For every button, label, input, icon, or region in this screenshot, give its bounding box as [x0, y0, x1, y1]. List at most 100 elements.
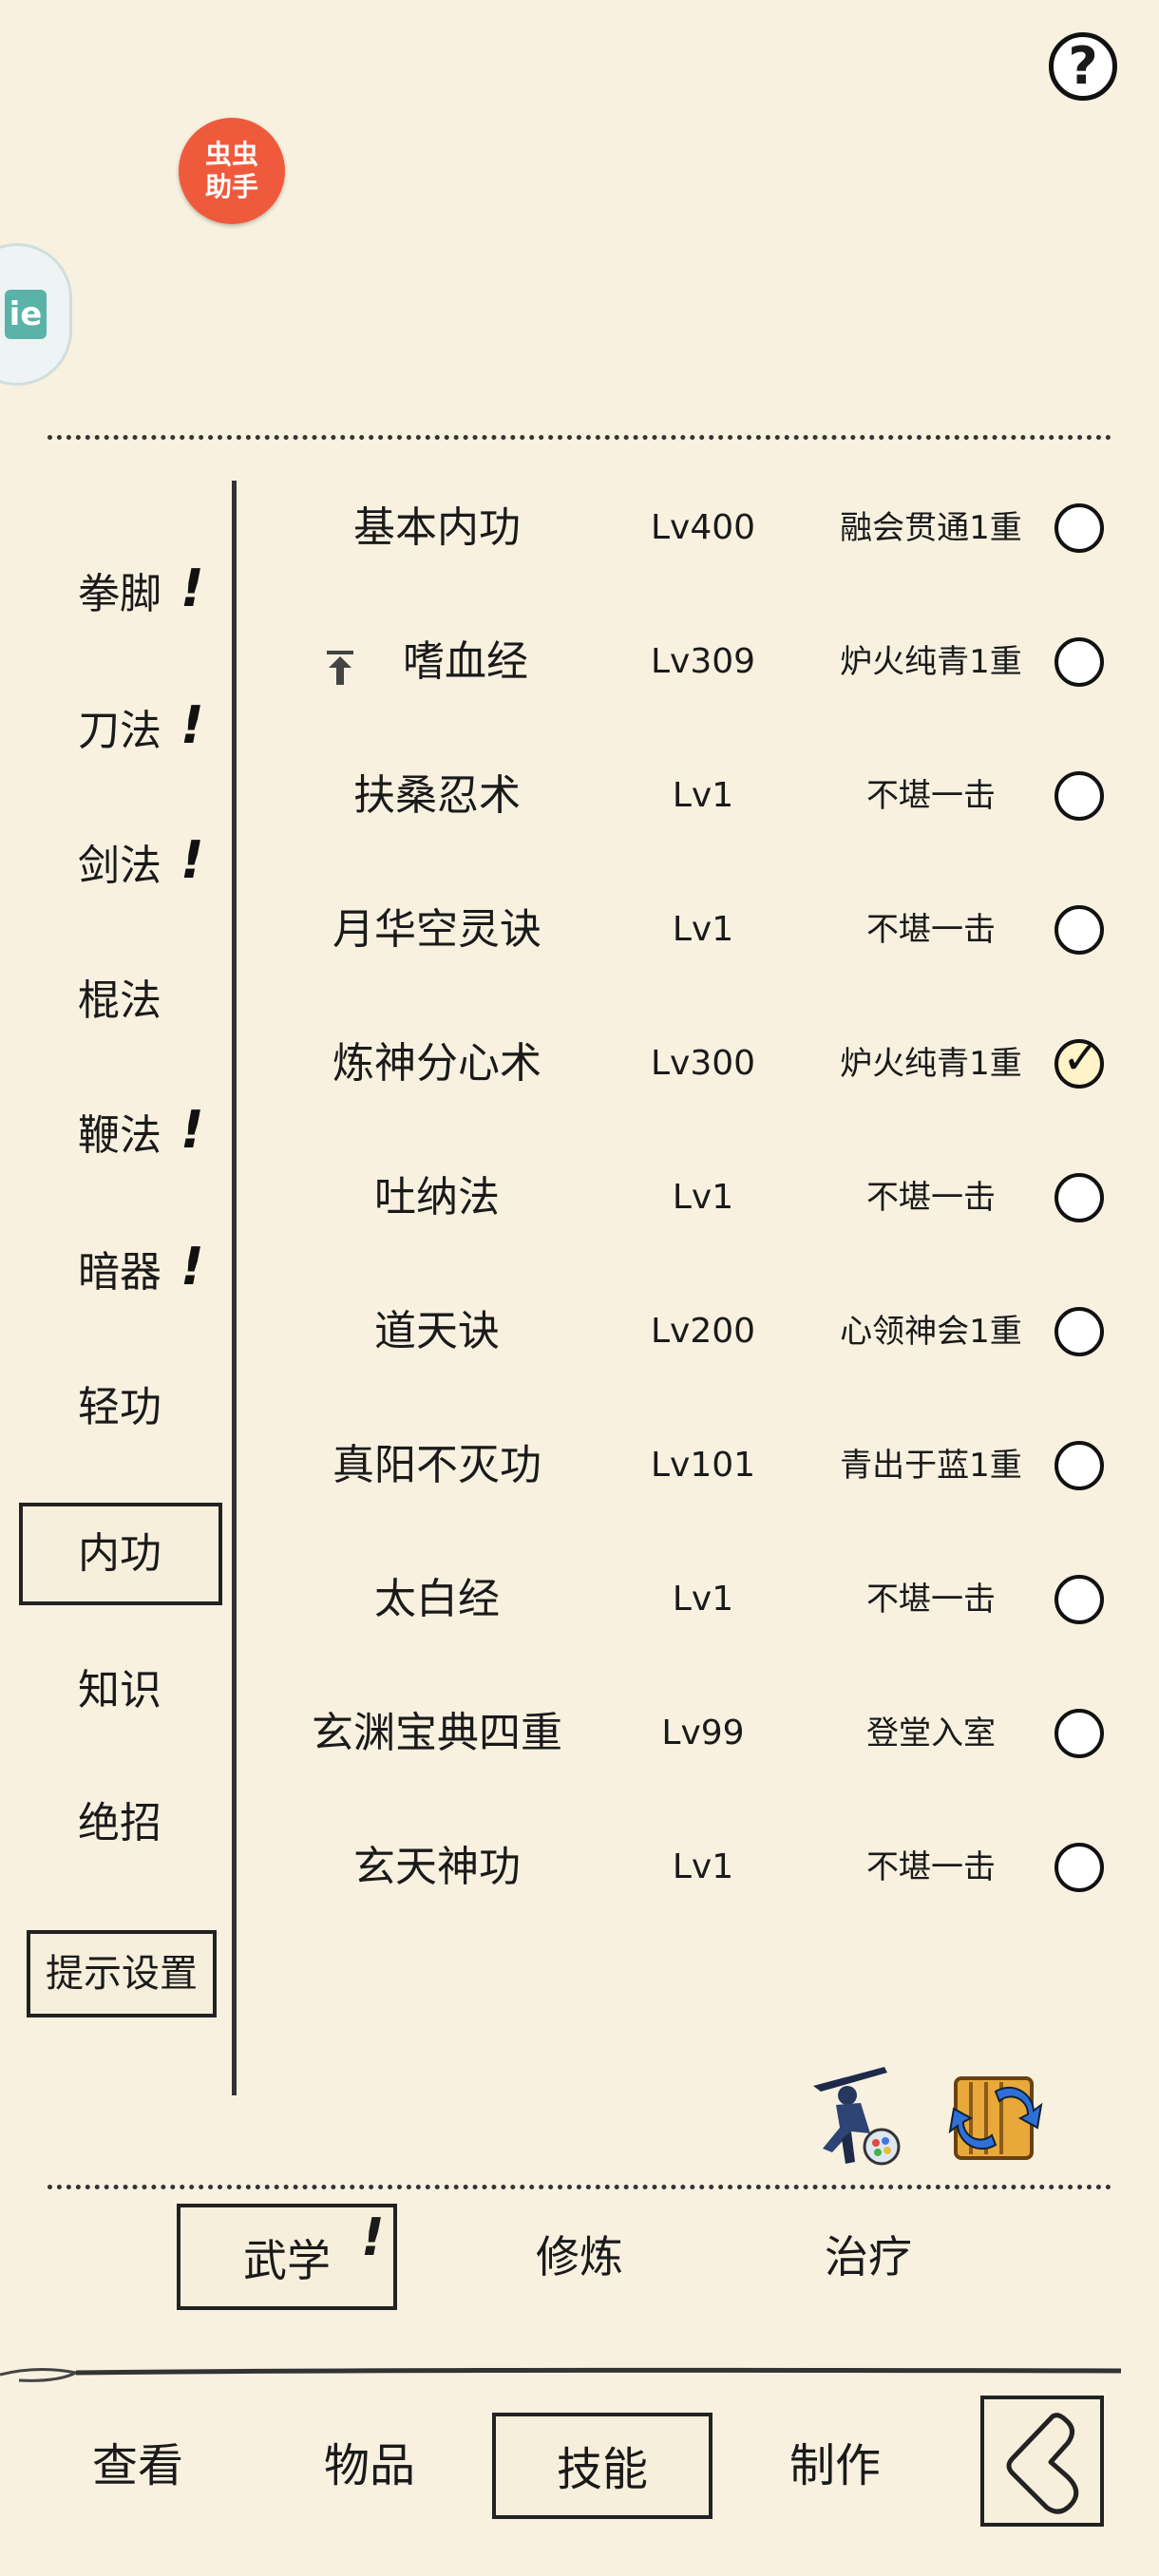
tab-wuxue-label: 武学: [243, 2235, 331, 2286]
category-alert-mark: !: [180, 695, 204, 755]
skill-select-radio[interactable]: [1054, 1575, 1104, 1624]
skill-select-radio[interactable]: [1054, 1173, 1104, 1222]
skill-select-radio[interactable]: ✓: [1054, 1035, 1104, 1089]
skill-name: 太白经: [374, 1575, 500, 1623]
skill-row[interactable]: 太白经 Lv1 不堪一击: [247, 1533, 1159, 1666]
skill-level: Lv309: [650, 642, 756, 681]
category-alert-mark: !: [180, 1100, 204, 1160]
category-item[interactable]: 内功: [57, 1516, 228, 1592]
category-item[interactable]: 绝招: [57, 1786, 228, 1862]
skill-row[interactable]: 基本内功 Lv400 融会贯通1重: [247, 462, 1159, 595]
skill-level: Lv101: [650, 1446, 756, 1485]
category-label: 拳脚: [78, 570, 162, 618]
skill-row[interactable]: 玄天神功 Lv1 不堪一击: [247, 1801, 1159, 1934]
skill-select-radio[interactable]: [1054, 1709, 1104, 1758]
skill-name: 炼神分心术: [332, 1039, 542, 1088]
category-item[interactable]: 刀法!: [57, 693, 228, 769]
skill-rank: 炉火纯青1重: [840, 1045, 1022, 1083]
scroll-swap-icon[interactable]: [939, 2063, 1053, 2169]
category-label: 轻功: [78, 1383, 162, 1431]
category-label: 棍法: [78, 976, 162, 1025]
floating-side-button[interactable]: ie: [0, 243, 72, 386]
skill-name: 道天诀: [374, 1307, 500, 1355]
skill-rank: 炉火纯青1重: [840, 643, 1022, 681]
brush-stroke-divider: [0, 2367, 1122, 2382]
skill-select-radio[interactable]: [1054, 503, 1104, 553]
skill-level: Lv1: [672, 1178, 734, 1217]
skill-rank: 不堪一击: [866, 1179, 996, 1217]
category-label: 刀法: [78, 707, 162, 755]
skill-select-radio[interactable]: [1054, 1441, 1104, 1490]
skill-row[interactable]: 扶桑忍术 Lv1 不堪一击: [247, 729, 1159, 862]
category-item[interactable]: 棍法: [57, 963, 228, 1039]
app-logo-icon: ie: [5, 290, 47, 339]
skill-name: 玄渊宝典四重: [312, 1709, 562, 1757]
skill-name: 吐纳法: [374, 1173, 500, 1222]
nav-craft[interactable]: 制作: [754, 2413, 916, 2519]
skill-name: 嗜血经: [403, 637, 528, 686]
skill-row[interactable]: 吐纳法 Lv1 不堪一击: [247, 1131, 1159, 1264]
skill-level: Lv1: [672, 1580, 734, 1619]
skill-select-radio[interactable]: [1054, 637, 1104, 687]
skill-rank: 青出于蓝1重: [840, 1447, 1022, 1485]
skill-row[interactable]: 真阳不灭功 Lv101 青出于蓝1重: [247, 1399, 1159, 1532]
skill-rank: 不堪一击: [866, 911, 996, 949]
skill-select-radio[interactable]: [1054, 1307, 1104, 1356]
category-label: 暗器: [78, 1248, 162, 1297]
skill-row[interactable]: 炼神分心术 Lv300 炉火纯青1重 ✓: [247, 997, 1159, 1130]
skill-select-radio[interactable]: [1054, 905, 1104, 955]
martial-artist-icon[interactable]: [794, 2057, 908, 2171]
skill-level: Lv300: [650, 1044, 756, 1083]
badge-line1: 虫虫: [204, 139, 258, 170]
skill-row[interactable]: 道天诀 Lv200 心领神会1重: [247, 1265, 1159, 1398]
tab-wuxue-alert-mark: !: [361, 2207, 385, 2267]
category-item[interactable]: 轻功: [57, 1370, 228, 1446]
category-label: 鞭法: [78, 1111, 162, 1160]
skill-level: Lv1: [672, 776, 734, 815]
category-item[interactable]: 剑法!: [57, 828, 228, 904]
skill-rank: 不堪一击: [866, 777, 996, 815]
back-arrow-icon: [1006, 2413, 1079, 2514]
category-alert-mark: !: [180, 830, 204, 890]
back-button[interactable]: [980, 2396, 1104, 2527]
tab-wuxue[interactable]: 武学 !: [177, 2204, 397, 2310]
nav-items[interactable]: 物品: [289, 2413, 450, 2519]
skill-level: Lv200: [650, 1312, 756, 1351]
skill-select-radio[interactable]: [1054, 771, 1104, 821]
nav-view[interactable]: 查看: [57, 2413, 218, 2519]
skill-row[interactable]: 玄渊宝典四重 Lv99 登堂入室: [247, 1667, 1159, 1800]
chongchong-assistant-badge[interactable]: 虫虫 助手: [179, 118, 285, 224]
skill-level: Lv1: [672, 910, 734, 949]
category-label: 绝招: [78, 1799, 162, 1847]
category-item[interactable]: 知识: [57, 1653, 228, 1729]
badge-line2: 助手: [204, 171, 258, 202]
skill-name: 扶桑忍术: [353, 771, 521, 820]
column-divider: [232, 481, 237, 2095]
skill-rank: 登堂入室: [866, 1714, 996, 1752]
check-icon: ✓: [1062, 1032, 1101, 1085]
skill-row[interactable]: 月华空灵诀 Lv1 不堪一击: [247, 863, 1159, 996]
skill-row[interactable]: 嗜血经 Lv309 炉火纯青1重: [247, 596, 1159, 729]
category-item[interactable]: 拳脚!: [57, 557, 228, 633]
category-label: 内功: [78, 1529, 162, 1578]
bottom-dotted-divider: [48, 2185, 1112, 2189]
skill-select-radio[interactable]: [1054, 1843, 1104, 1892]
help-button[interactable]: ?: [1049, 32, 1117, 101]
skill-level: Lv1: [672, 1847, 734, 1886]
nav-skills[interactable]: 技能: [492, 2413, 712, 2519]
tab-zhiliao[interactable]: 治疗: [783, 2204, 954, 2310]
skill-rank: 不堪一击: [866, 1848, 996, 1886]
skill-level: Lv99: [661, 1714, 745, 1752]
category-item[interactable]: 鞭法!: [57, 1098, 228, 1174]
skill-level: Lv400: [650, 508, 756, 547]
category-alert-mark: !: [180, 1237, 204, 1297]
top-dotted-divider: [48, 435, 1112, 440]
category-alert-mark: !: [180, 559, 204, 618]
hint-settings-button[interactable]: 提示设置: [27, 1930, 217, 2017]
skill-rank: 融会贯通1重: [840, 509, 1022, 547]
tab-xiulian[interactable]: 修炼: [494, 2204, 665, 2310]
skill-name: 真阳不灭功: [332, 1441, 542, 1489]
category-item[interactable]: 暗器!: [57, 1235, 228, 1311]
skill-name: 月华空灵诀: [332, 905, 542, 954]
skill-name: 玄天神功: [353, 1843, 521, 1891]
